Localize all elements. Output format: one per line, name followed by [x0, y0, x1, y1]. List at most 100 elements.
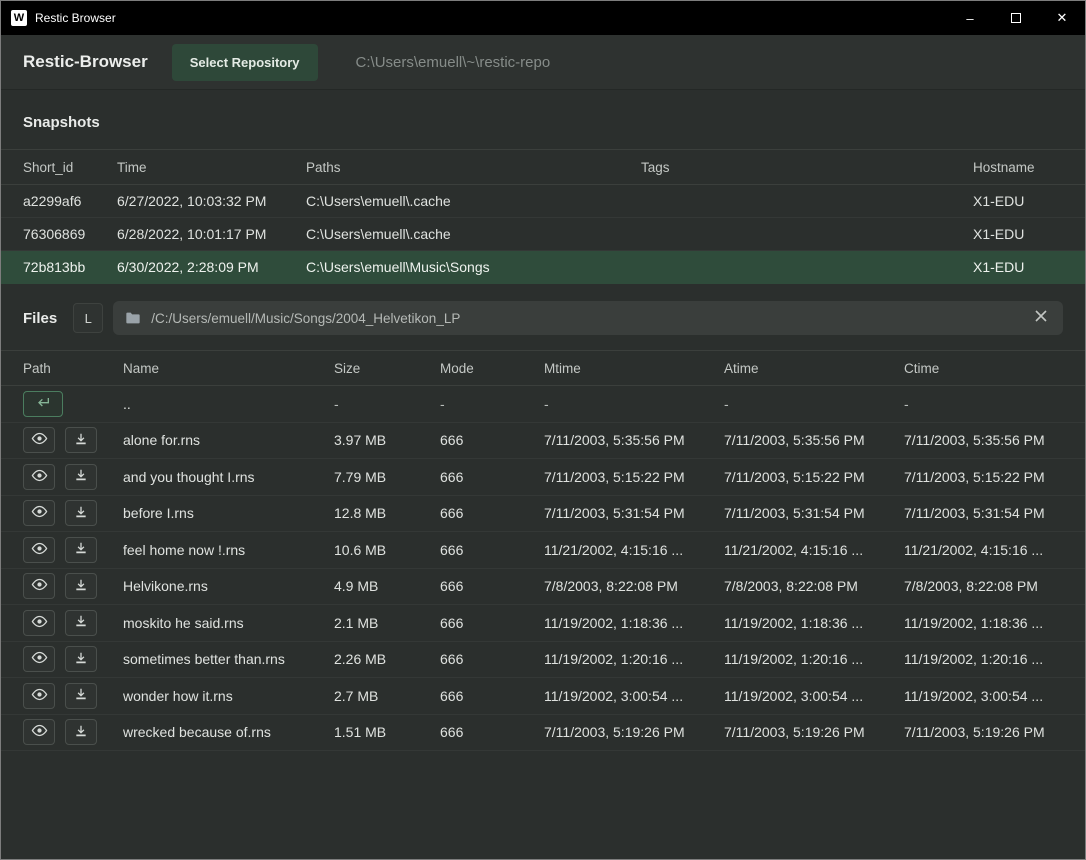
snapshot-time: 6/30/2022, 2:28:09 PM — [117, 259, 306, 275]
file-name: before I.rns — [123, 505, 334, 521]
snapshot-paths: C:\Users\emuell\.cache — [306, 193, 641, 209]
preview-file-button[interactable] — [23, 537, 55, 563]
snapshot-short-id: a2299af6 — [23, 193, 117, 209]
minimize-button[interactable]: – — [947, 1, 993, 35]
file-atime: 11/19/2002, 1:20:16 ... — [724, 651, 904, 667]
file-size: 1.51 MB — [334, 724, 440, 740]
file-atime: 11/19/2002, 1:18:36 ... — [724, 615, 904, 631]
file-name: moskito he said.rns — [123, 615, 334, 631]
snapshot-time: 6/28/2022, 10:01:17 PM — [117, 226, 306, 242]
preview-file-button[interactable] — [23, 427, 55, 453]
titlebar: W Restic Browser – ✕ — [1, 1, 1085, 35]
download-file-button[interactable] — [65, 646, 97, 672]
app-header: Restic-Browser Select Repository C:\User… — [1, 35, 1085, 90]
file-name: .. — [123, 396, 334, 412]
files-col-mtime: Mtime — [544, 361, 724, 376]
download-icon — [74, 651, 88, 668]
file-row[interactable]: and you thought I.rns 7.79 MB 666 7/11/2… — [1, 459, 1085, 496]
preview-file-button[interactable] — [23, 500, 55, 526]
file-mode: 666 — [440, 615, 544, 631]
list-mode-button[interactable]: L — [73, 303, 103, 333]
file-row[interactable]: feel home now !.rns 10.6 MB 666 11/21/20… — [1, 532, 1085, 569]
download-icon — [74, 578, 88, 595]
snapshot-time: 6/27/2022, 10:03:32 PM — [117, 193, 306, 209]
file-name: sometimes better than.rns — [123, 651, 334, 667]
file-atime: 7/8/2003, 8:22:08 PM — [724, 578, 904, 594]
snapshot-short-id: 76306869 — [23, 226, 117, 242]
file-name: wonder how it.rns — [123, 688, 334, 704]
file-size: 3.97 MB — [334, 432, 440, 448]
file-row[interactable]: wonder how it.rns 2.7 MB 666 11/19/2002,… — [1, 678, 1085, 715]
download-icon — [74, 505, 88, 522]
maximize-button[interactable] — [993, 1, 1039, 35]
preview-file-button[interactable] — [23, 719, 55, 745]
file-row[interactable]: moskito he said.rns 2.1 MB 666 11/19/200… — [1, 605, 1085, 642]
download-icon — [74, 614, 88, 631]
close-button[interactable]: ✕ — [1039, 1, 1085, 35]
app-title: Restic-Browser — [23, 52, 148, 72]
current-path-bar[interactable]: /C:/Users/emuell/Music/Songs/2004_Helvet… — [113, 301, 1063, 335]
file-mode: 666 — [440, 724, 544, 740]
download-file-button[interactable] — [65, 427, 97, 453]
preview-file-button[interactable] — [23, 573, 55, 599]
clear-path-button[interactable] — [1031, 305, 1051, 331]
file-ctime: 7/11/2003, 5:31:54 PM — [904, 505, 1063, 521]
preview-file-button[interactable] — [23, 683, 55, 709]
maximize-icon — [1011, 13, 1021, 23]
file-mtime: 11/19/2002, 1:18:36 ... — [544, 615, 724, 631]
file-atime: 7/11/2003, 5:31:54 PM — [724, 505, 904, 521]
snapshot-hostname: X1-EDU — [973, 226, 1063, 242]
eye-icon — [31, 724, 48, 740]
file-row[interactable]: Helvikone.rns 4.9 MB 666 7/8/2003, 8:22:… — [1, 569, 1085, 606]
snapshot-row[interactable]: 76306869 6/28/2022, 10:01:17 PM C:\Users… — [1, 218, 1085, 251]
eye-icon — [31, 505, 48, 521]
file-mode: 666 — [440, 688, 544, 704]
snapshot-hostname: X1-EDU — [973, 259, 1063, 275]
files-col-name: Name — [123, 361, 334, 376]
download-icon — [74, 724, 88, 741]
eye-icon — [31, 469, 48, 485]
file-mtime: 11/19/2002, 1:20:16 ... — [544, 651, 724, 667]
file-size: 2.1 MB — [334, 615, 440, 631]
folder-icon — [125, 311, 141, 325]
file-ctime: 11/19/2002, 3:00:54 ... — [904, 688, 1063, 704]
file-row[interactable]: sometimes better than.rns 2.26 MB 666 11… — [1, 642, 1085, 679]
snapshots-col-paths: Paths — [306, 160, 641, 175]
file-mode: 666 — [440, 542, 544, 558]
download-file-button[interactable] — [65, 464, 97, 490]
file-ctime: 7/8/2003, 8:22:08 PM — [904, 578, 1063, 594]
close-icon — [1035, 309, 1047, 327]
preview-file-button[interactable] — [23, 464, 55, 490]
file-mtime: - — [544, 396, 724, 412]
file-mode: 666 — [440, 505, 544, 521]
file-mode: - — [440, 396, 544, 412]
file-mode: 666 — [440, 432, 544, 448]
files-table-header: Path Name Size Mode Mtime Atime Ctime — [1, 350, 1085, 386]
preview-file-button[interactable] — [23, 610, 55, 636]
download-file-button[interactable] — [65, 537, 97, 563]
snapshot-row[interactable]: a2299af6 6/27/2022, 10:03:32 PM C:\Users… — [1, 185, 1085, 218]
download-file-button[interactable] — [65, 573, 97, 599]
download-icon — [74, 687, 88, 704]
snapshots-col-hostname: Hostname — [973, 160, 1063, 175]
download-file-button[interactable] — [65, 719, 97, 745]
file-row[interactable]: alone for.rns 3.97 MB 666 7/11/2003, 5:3… — [1, 423, 1085, 460]
snapshot-row[interactable]: 72b813bb 6/30/2022, 2:28:09 PM C:\Users\… — [1, 251, 1085, 284]
download-file-button[interactable] — [65, 610, 97, 636]
file-mtime: 7/8/2003, 8:22:08 PM — [544, 578, 724, 594]
preview-file-button[interactable] — [23, 646, 55, 672]
parent-dir-button[interactable] — [23, 391, 63, 417]
download-file-button[interactable] — [65, 500, 97, 526]
file-row[interactable]: before I.rns 12.8 MB 666 7/11/2003, 5:31… — [1, 496, 1085, 533]
file-size: 12.8 MB — [334, 505, 440, 521]
snapshots-table-header: Short_id Time Paths Tags Hostname — [1, 149, 1085, 185]
select-repository-button[interactable]: Select Repository — [172, 44, 318, 81]
file-size: 2.7 MB — [334, 688, 440, 704]
file-row[interactable]: wrecked because of.rns 1.51 MB 666 7/11/… — [1, 715, 1085, 752]
download-file-button[interactable] — [65, 683, 97, 709]
file-mtime: 7/11/2003, 5:15:22 PM — [544, 469, 724, 485]
eye-icon — [31, 542, 48, 558]
file-name: and you thought I.rns — [123, 469, 334, 485]
return-icon — [35, 395, 51, 412]
parent-dir-row[interactable]: .. - - - - - — [1, 386, 1085, 423]
